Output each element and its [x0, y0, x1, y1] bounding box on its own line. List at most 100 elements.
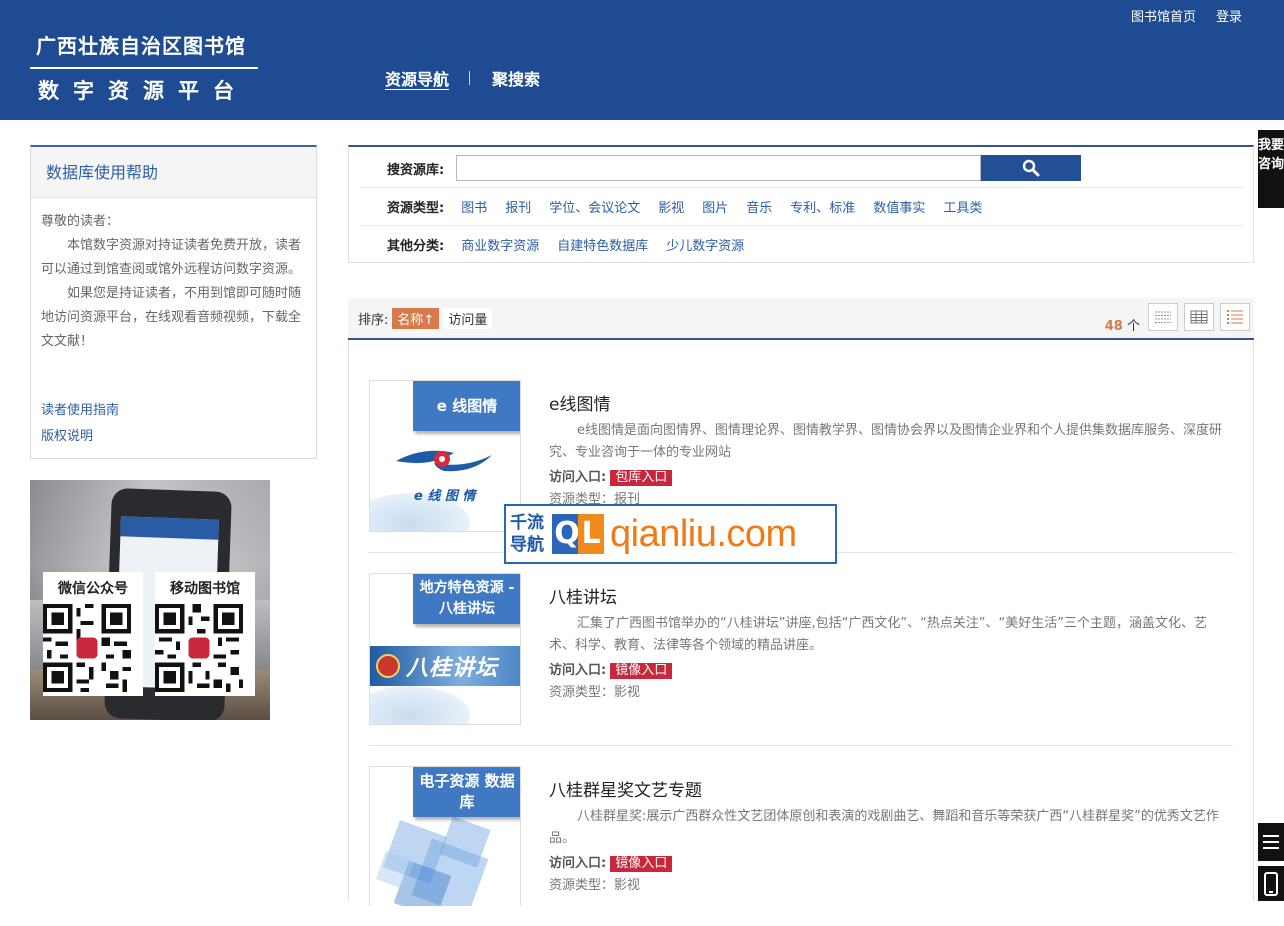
access-entry-button[interactable]: 包库入口 [610, 470, 673, 486]
filter-type-link[interactable]: 音乐 [746, 197, 772, 216]
other-category-label: 其他分类: [387, 239, 445, 254]
compact-list-icon [1155, 311, 1171, 323]
access-entry: 访问入口: 镜像入口 [549, 659, 673, 679]
site-header: 图书馆首页 登录 广西壮族自治区图书馆 数字资源平台 资源导航 聚搜索 [0, 0, 1284, 120]
search-panel: 搜资源库: 资源类型: 图书 报刊 学位、会议论文 影视 图片 音乐 专利、标准… [348, 145, 1254, 263]
table-view-button[interactable] [1184, 303, 1214, 331]
filter-type-link[interactable]: 报刊 [505, 197, 531, 216]
filter-type-link[interactable]: 学位、会议论文 [549, 197, 640, 216]
library-name: 广西壮族自治区图书馆 [30, 30, 258, 69]
access-entry-button[interactable]: 镜像入口 [610, 856, 673, 872]
detail-list-icon [1227, 310, 1243, 324]
thumbnail-tag: 地方特色资源 - 八桂讲坛 [413, 574, 520, 624]
sort-by-name-button[interactable]: 名称↑ [392, 308, 440, 329]
access-entry-label: 访问入口: [549, 470, 607, 485]
resource-type-label: 资源类型: [387, 201, 445, 216]
help-body: 尊敬的读者： 本馆数字资源对持证读者免费开放，读者可以通过到馆查阅或馆外远程访问… [31, 198, 316, 354]
filter-type-link[interactable]: 图书 [461, 197, 487, 216]
resource-title[interactable]: 八桂讲坛 [549, 583, 617, 608]
table-icon [1190, 310, 1208, 324]
result-count: 48 个 [1105, 315, 1140, 334]
search-button[interactable] [981, 155, 1082, 181]
filter-type-link[interactable]: 影视 [658, 197, 684, 216]
consult-side-button[interactable]: 我要咨询 [1258, 130, 1284, 208]
filter-category-link[interactable]: 少儿数字资源 [666, 235, 744, 254]
filter-type-link[interactable]: 工具类 [943, 197, 982, 216]
view-toggle [1148, 303, 1250, 331]
watermark-logo-l: L [578, 514, 604, 554]
filter-category-link[interactable]: 商业数字资源 [461, 235, 539, 254]
search-label: 搜资源库: [387, 162, 445, 178]
compact-list-view-button[interactable] [1148, 303, 1178, 331]
list-item: 电子资源 数据库 八桂群星奖文艺专题 八桂群星奖:展示广西群众性文艺团体原创和表… [369, 766, 1233, 926]
help-title: 数据库使用帮助 [31, 147, 316, 198]
resource-thumbnail[interactable]: 八桂讲坛 地方特色资源 - 八桂讲坛 [369, 573, 521, 725]
resource-type-filter: 资源类型: 图书 报刊 学位、会议论文 影视 图片 音乐 专利、标准 数值事实 … [359, 187, 1245, 225]
access-entry: 访问入口: 包库入口 [549, 466, 673, 486]
mobile-side-button[interactable] [1258, 866, 1284, 901]
mobile-library-qr-card: 移动图书馆 [155, 572, 255, 696]
watermark-logo: Q L [552, 510, 606, 558]
thumbnail-tag: e 线图情 [413, 381, 520, 431]
qr-promo-image: 微信公众号 移动图书馆 [30, 480, 270, 720]
wechat-qr-card: 微信公众号 [43, 572, 143, 696]
watermark-url: qianliu.com [610, 512, 797, 555]
thumbnail-logo-text: e 线 图 情 [414, 489, 476, 504]
resource-title[interactable]: 八桂群星奖文艺专题 [549, 776, 702, 801]
detail-list-view-button[interactable] [1220, 303, 1250, 331]
copyright-link[interactable]: 版权说明 [41, 424, 119, 450]
top-links: 图书馆首页 登录 [1131, 6, 1242, 25]
filter-category-link[interactable]: 自建特色数据库 [557, 235, 648, 254]
result-count-unit: 个 [1126, 319, 1140, 334]
search-icon [1022, 159, 1040, 177]
resource-type: 资源类型：影视 [549, 878, 641, 893]
platform-name: 数字资源平台 [38, 79, 248, 103]
thumbnail-banner-text: 八桂讲坛 [406, 656, 499, 681]
filter-type-link[interactable]: 数值事实 [873, 197, 925, 216]
result-count-number: 48 [1104, 319, 1123, 334]
mobile-library-qr-code [155, 604, 243, 692]
arrow-up-icon: ↑ [423, 313, 435, 328]
access-entry-button[interactable]: 镜像入口 [610, 663, 673, 679]
reader-guide-link[interactable]: 读者使用指南 [41, 398, 119, 424]
main-nav: 资源导航 聚搜索 [385, 66, 540, 90]
help-paragraph: 如果您是持证读者，不用到馆即可随时随地访问资源平台，在线观看音频视频，下载全文文… [41, 286, 302, 349]
nav-divider [469, 71, 471, 85]
resource-thumbnail[interactable]: 电子资源 数据库 [369, 766, 521, 906]
resource-description: 八桂群星奖:展示广西群众性文艺团体原创和表演的戏剧曲艺、舞蹈和音乐等荣获广西“八… [549, 809, 1219, 846]
login-link[interactable]: 登录 [1216, 6, 1242, 25]
sort-bar: 排序: 名称↑ 访问量 48 个 [348, 298, 1254, 340]
resource-type: 资源类型：影视 [549, 685, 641, 700]
sort-by-visits-button[interactable]: 访问量 [443, 308, 493, 329]
mobile-library-label: 移动图书馆 [170, 581, 240, 597]
access-entry: 访问入口: 镜像入口 [549, 852, 673, 872]
mobile-phone-icon [1264, 871, 1278, 896]
resource-description: e线图情是面向图情界、图情理论界、图情教学界、图情协会界以及图情企业界和个人提供… [549, 423, 1222, 460]
sort-by-name-label: 名称 [397, 313, 424, 328]
filter-type-link[interactable]: 专利、标准 [790, 197, 855, 216]
filter-type-link[interactable]: 图片 [702, 197, 728, 216]
wechat-qr-code [43, 604, 131, 692]
database-help-panel: 数据库使用帮助 尊敬的读者： 本馆数字资源对持证读者免费开放，读者可以通过到馆查… [30, 145, 317, 459]
e-xian-tuqing-logo [396, 450, 492, 472]
list-icon [1263, 835, 1279, 849]
library-home-link[interactable]: 图书馆首页 [1131, 6, 1196, 25]
nav-resource-navigation[interactable]: 资源导航 [385, 66, 449, 90]
watermark-cn-text: 千流 导航 [506, 512, 552, 556]
nav-aggregate-search[interactable]: 聚搜索 [492, 66, 540, 90]
resource-list: e 线图情 e 线 图 情 e线图情 e线图情是面向图情界、图情理论界、图情教学… [348, 340, 1254, 906]
search-input[interactable] [456, 155, 982, 181]
site-brand[interactable]: 广西壮族自治区图书馆 数字资源平台 [30, 30, 258, 105]
help-greeting: 尊敬的读者： [41, 214, 120, 229]
wechat-label: 微信公众号 [58, 581, 128, 597]
search-row: 搜资源库: [387, 155, 1082, 181]
access-entry-label: 访问入口: [549, 663, 607, 678]
resource-thumbnail[interactable]: e 线图情 e 线 图 情 [369, 380, 521, 532]
list-item: 八桂讲坛 地方特色资源 - 八桂讲坛 八桂讲坛 汇集了广西图书馆举办的“八桂讲坛… [369, 573, 1233, 746]
resource-title[interactable]: e线图情 [549, 390, 610, 415]
qianliu-watermark: 千流 导航 Q L qianliu.com [504, 504, 837, 564]
help-paragraph: 本馆数字资源对持证读者免费开放，读者可以通过到馆查阅或馆外远程访问数字资源。 [41, 238, 302, 277]
emblem-icon [376, 654, 400, 678]
menu-side-button[interactable] [1258, 823, 1284, 861]
sort-options: 排序: 名称↑ 访问量 [358, 308, 493, 329]
